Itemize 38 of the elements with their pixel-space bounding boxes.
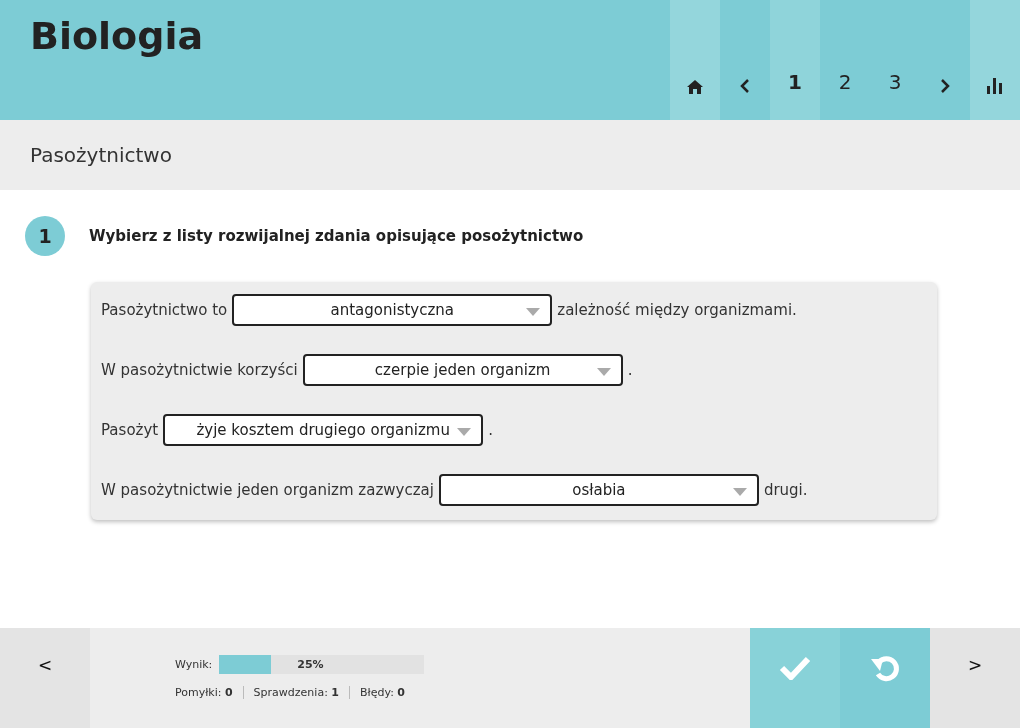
chevron-left-icon (740, 78, 750, 94)
sentence-text: W pasożytnictwie jeden organizm zazwyczaj (101, 481, 434, 499)
page-title: Biologia (29, 13, 205, 60)
question-number: 1 (25, 216, 65, 256)
section-title: Pasożytnictwo (30, 143, 172, 167)
dropdown[interactable]: czerpie jeden organizm (302, 354, 623, 386)
sentence-text: drugi. (763, 481, 808, 499)
next-button[interactable]: > (930, 628, 1020, 728)
dropdown[interactable]: osłabia (438, 474, 759, 506)
stat-text: Sprawdzenia: 1 (242, 686, 349, 699)
sentence-text: . (488, 421, 493, 439)
bar-chart-icon (987, 78, 1003, 94)
dropdown[interactable]: antagonistyczna (232, 294, 553, 326)
sentence-text: W pasożytnictwie korzyści (101, 361, 298, 379)
previous-button[interactable]: < (0, 628, 90, 728)
stat-text: Błędy: 0 (349, 686, 415, 699)
score-label: Wynik: (175, 658, 213, 671)
reset-button[interactable] (840, 628, 930, 728)
sentence-text: Pasożyt (101, 421, 159, 439)
reset-icon (870, 653, 900, 682)
dropdown[interactable]: żyje kosztem drugiego organizmu (163, 414, 484, 446)
home-button[interactable] (670, 0, 720, 120)
dropdown-arrow-icon (457, 428, 472, 436)
dropdown-arrow-icon (526, 308, 541, 316)
sentence-text: . (627, 361, 633, 379)
sentence-text: Pasożytnictwo to (101, 301, 228, 319)
sentence-text: zależność między organizmami. (557, 301, 797, 319)
check-button[interactable] (750, 628, 840, 728)
stat-text: Pomyłki: 0 (175, 686, 234, 699)
dropdown-arrow-icon (732, 488, 747, 496)
score-reading: 25% (297, 658, 324, 671)
checkmark-icon (779, 655, 811, 680)
dropdown-arrow-icon (596, 368, 611, 376)
question-text: Wybierz z listy rozwijalnej zdania opisujące posożytnictwo (89, 227, 584, 245)
page-tab[interactable]: 1 (770, 0, 820, 120)
home-icon (687, 80, 703, 94)
chevron-right-icon (940, 78, 950, 94)
statistics-button[interactable] (970, 0, 1020, 120)
